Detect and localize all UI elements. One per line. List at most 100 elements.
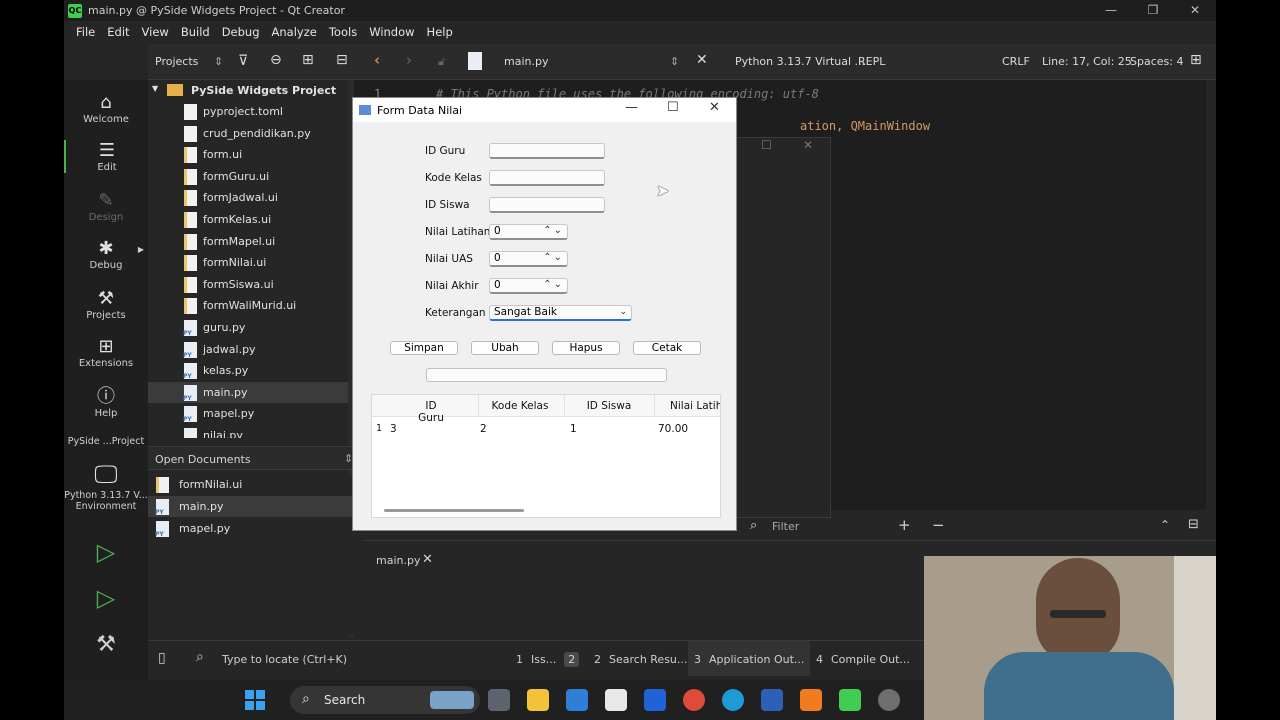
minimize-button[interactable]: — (1090, 0, 1132, 21)
menu-file[interactable]: File (70, 25, 101, 39)
maximize-panel-icon[interactable]: ⊟ (1188, 517, 1199, 532)
id-siswa-input[interactable] (489, 197, 605, 213)
cursor-position[interactable]: Line: 17, Col: 25 (1042, 55, 1132, 68)
menu-edit[interactable]: Edit (101, 25, 135, 39)
close-icon[interactable]: ✕ (803, 138, 813, 152)
link-icon[interactable]: ⊖ (270, 52, 282, 68)
cell-kode-kelas[interactable]: 2 (480, 423, 487, 435)
file-item[interactable]: formGuru.ui (148, 166, 348, 187)
output-pane-tab[interactable]: 3 Application Out... (688, 641, 811, 676)
file-item[interactable]: formKelas.ui (148, 209, 348, 230)
split-editor-icon[interactable]: ⊞ (1190, 52, 1202, 68)
file-item[interactable]: guru.py (148, 317, 348, 338)
collapse-icon[interactable]: ⊟ (336, 52, 348, 68)
indent-spaces[interactable]: Spaces: 4 (1130, 55, 1183, 68)
menu-build[interactable]: Build (175, 25, 216, 39)
build-hammer-icon[interactable]: ⚒ (64, 632, 148, 657)
file-item[interactable]: formNilai.ui (148, 252, 348, 273)
microsoft-store-icon[interactable] (566, 689, 588, 711)
maximize-button[interactable]: ☐ (667, 100, 679, 115)
zoom-in-icon[interactable]: + (898, 516, 911, 534)
column-header-id-siswa[interactable]: ID Siswa (584, 400, 634, 412)
file-item[interactable]: mapel.py (148, 403, 348, 424)
ubah-button[interactable]: Ubah (471, 341, 539, 355)
file-item[interactable]: kelas.py (148, 360, 348, 381)
filter-icon[interactable]: ⊽ (238, 53, 248, 69)
maximize-icon[interactable]: ☐ (761, 138, 772, 152)
row-index[interactable]: 1 (376, 423, 382, 434)
projects-view-selector[interactable]: Projects (155, 55, 198, 68)
word-icon[interactable] (761, 689, 783, 711)
file-item[interactable]: formJadwal.ui (148, 187, 348, 208)
taskbar-search[interactable]: ⌕ Search (290, 686, 480, 714)
spin-arrows-icon[interactable]: ⌃⌄ (543, 278, 564, 291)
spin-arrows-icon[interactable]: ⌃⌄ (543, 224, 564, 237)
menu-analyze[interactable]: Analyze (266, 25, 323, 39)
horizontal-scrollbar[interactable] (384, 509, 524, 512)
mode-welcome[interactable]: ⌂ Welcome (64, 92, 148, 125)
file-item[interactable]: formWaliMurid.ui (148, 295, 348, 316)
expand-arrow-icon[interactable]: ▶ (138, 245, 144, 254)
file-item[interactable]: nilai.py (148, 425, 348, 438)
mode-design[interactable]: ✎ Design (64, 190, 148, 223)
minimize-button[interactable]: — (625, 100, 638, 115)
close-window-button[interactable]: ✕ (1174, 0, 1216, 21)
xampp-icon[interactable] (800, 689, 822, 711)
mode-edit[interactable]: ☰ Edit (64, 140, 148, 173)
repl-button[interactable]: REPL (858, 55, 885, 68)
menu-view[interactable]: View (136, 25, 175, 39)
menu-window[interactable]: Window (363, 25, 420, 39)
output-pane-tab[interactable]: 2 Search Resu... (588, 641, 693, 676)
file-list-updown-icon[interactable]: ⇕ (670, 55, 679, 68)
back-icon[interactable]: ‹ (374, 51, 380, 69)
chrome-icon[interactable] (683, 689, 705, 711)
line-ending-indicator[interactable]: CRLF (1002, 55, 1030, 68)
nilai-akhir-spinbox[interactable]: 0 ⌃⌄ (489, 278, 568, 294)
debug-run-icon[interactable]: ▷ (64, 584, 148, 612)
cell-id-siswa[interactable]: 1 (570, 423, 577, 435)
column-header-nilai-latihan[interactable]: Nilai Latiha (670, 400, 720, 412)
file-item[interactable]: form.ui (148, 144, 348, 165)
file-item[interactable]: crud_pendidikan.py (148, 123, 348, 144)
file-item[interactable]: pyproject.toml (148, 101, 348, 122)
kit-selector[interactable]: 🖵︎ Python 3.13.7 V... Environment (64, 458, 148, 512)
cell-nilai-latihan[interactable]: 70.00 (658, 423, 688, 435)
close-button[interactable]: ✕ (709, 100, 720, 115)
open-file-tab[interactable]: main.py (504, 55, 548, 68)
output-pane-tab[interactable]: 4 Compile Out... (810, 641, 916, 676)
file-item[interactable]: formSiswa.ui (148, 274, 348, 295)
mode-help[interactable]: ⓘ Help (64, 386, 148, 419)
locator-input[interactable]: Type to locate (Ctrl+K) (222, 653, 347, 666)
menu-tools[interactable]: Tools (323, 25, 363, 39)
close-file-icon[interactable]: ✕ (696, 52, 708, 68)
mode-debug[interactable]: ✱ Debug ▶ (64, 238, 148, 271)
chevron-down-icon[interactable]: ⌄ (619, 306, 627, 319)
project-root[interactable]: ▼ PySide Widgets Project (148, 80, 348, 101)
updown-icon[interactable]: ⇕ (214, 55, 223, 68)
qt-creator-taskbar-icon[interactable] (839, 689, 861, 711)
column-header-id-guru[interactable]: ID Guru (412, 400, 450, 424)
id-guru-input[interactable] (489, 143, 605, 159)
mode-extensions[interactable]: ⊞ Extensions (64, 336, 148, 369)
hapus-button[interactable]: Hapus (552, 341, 620, 355)
editor-scrollbar[interactable] (1206, 80, 1216, 510)
output-tab-main[interactable]: main.py (376, 554, 420, 567)
file-explorer-icon[interactable] (527, 689, 549, 711)
menu-help[interactable]: Help (421, 25, 459, 39)
windows-start-icon[interactable] (245, 690, 265, 710)
file-item[interactable]: jadwal.py (148, 339, 348, 360)
menu-debug[interactable]: Debug (216, 25, 266, 39)
maximize-button[interactable]: ❐ (1132, 0, 1174, 21)
column-header-kode-kelas[interactable]: Kode Kelas (490, 400, 550, 412)
keterangan-combobox[interactable]: Sangat Baik ⌄ (489, 305, 632, 321)
nilai-uas-spinbox[interactable]: 0 ⌃⌄ (489, 251, 568, 267)
file-item[interactable]: formMapel.ui (148, 231, 348, 252)
cell-id-guru[interactable]: 3 (390, 423, 397, 435)
add-split-icon[interactable]: ⊞ (302, 52, 314, 68)
forward-icon[interactable]: › (406, 51, 412, 69)
output-pane-tab[interactable]: 1 Iss... 2 (510, 641, 585, 676)
open-documents-title[interactable]: Open Documents (155, 453, 251, 466)
toggle-sidebar-icon[interactable]: ▯ (158, 650, 166, 666)
close-output-tab-icon[interactable]: ✕ (422, 552, 433, 567)
simpan-button[interactable]: Simpan (390, 341, 458, 355)
